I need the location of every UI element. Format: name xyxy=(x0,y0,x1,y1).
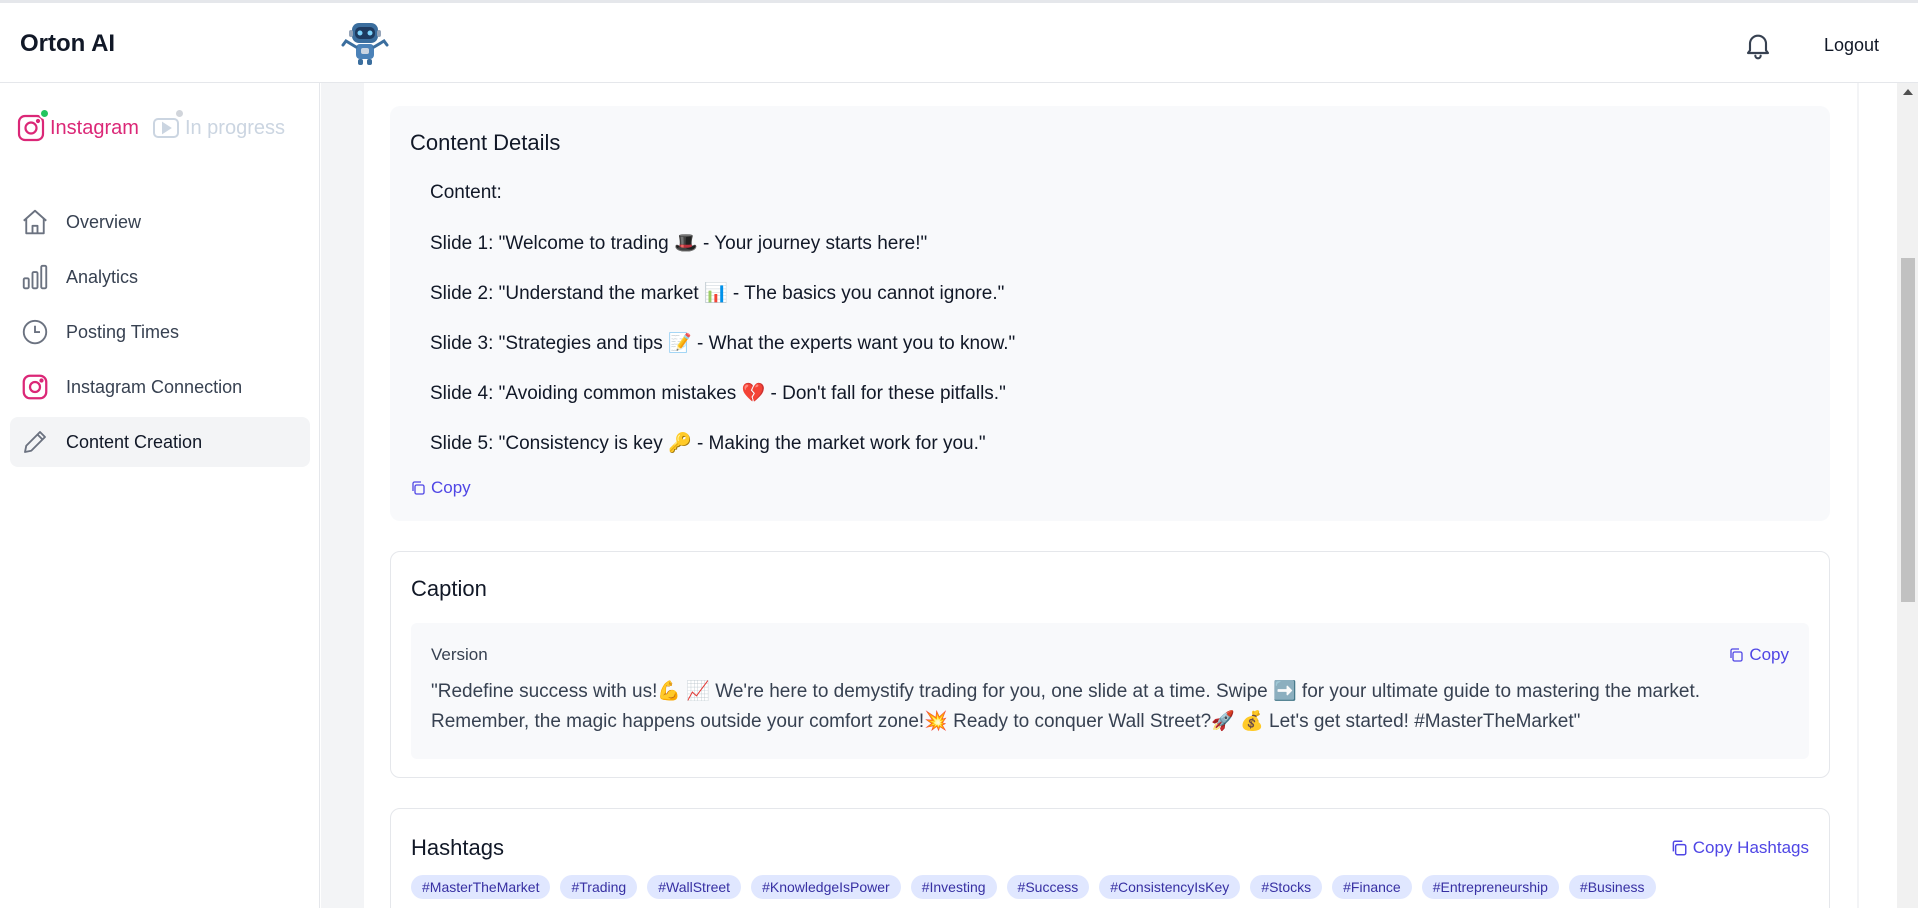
content-label: Content: xyxy=(430,182,502,203)
sidebar-item-label: Overview xyxy=(66,211,142,232)
version-label: Version xyxy=(431,645,488,664)
content-details-card: Content Details Content: Slide 1: "Welco… xyxy=(390,106,1830,521)
copy-icon xyxy=(1730,648,1743,662)
sidebar-item-label: Content Creation xyxy=(66,431,203,452)
copy-label: Copy xyxy=(431,478,471,497)
hashtag-chip[interactable]: #WallStreet xyxy=(647,875,742,899)
caption-card: Caption Version Copy "Redefine success w… xyxy=(390,551,1830,778)
hashtags-card: Hashtags Copy Hashtags #MasterTheMarket … xyxy=(390,808,1830,908)
bell-icon[interactable] xyxy=(1742,29,1774,61)
sidebar: Instagram In progress Overview Analytics… xyxy=(0,83,320,908)
status-dot-inactive xyxy=(173,108,185,119)
hashtag-chip[interactable]: #Trading xyxy=(560,875,638,899)
hashtag-chip[interactable]: #KnowledgeIsPower xyxy=(751,875,901,899)
copy-hashtags-label: Copy Hashtags xyxy=(1692,838,1809,857)
copy-label: Copy xyxy=(1749,645,1789,664)
hashtag-chip[interactable]: #MasterTheMarket xyxy=(411,875,551,899)
hashtag-chip[interactable]: #Business xyxy=(1568,875,1656,899)
brand-name: Orton AI xyxy=(20,30,116,57)
scroll-up-arrow-icon[interactable] xyxy=(1903,89,1913,95)
instagram-icon xyxy=(22,374,48,400)
sidebar-item-content-creation[interactable]: Content Creation xyxy=(10,417,310,467)
robot-logo-icon xyxy=(341,23,389,65)
clock-icon xyxy=(22,319,48,345)
platform-instagram-tab[interactable]: Instagram xyxy=(16,108,139,143)
copy-content-button[interactable]: Copy xyxy=(410,478,471,498)
hashtag-list: #MasterTheMarket #Trading #WallStreet #K… xyxy=(411,875,1666,899)
hashtag-chip[interactable]: #Finance xyxy=(1332,875,1412,899)
hashtag-chip[interactable]: #Entrepreneurship xyxy=(1421,875,1559,899)
sidebar-item-analytics[interactable]: Analytics xyxy=(10,252,310,302)
slide-text: Slide 4: "Avoiding common mistakes 💔 - D… xyxy=(430,383,1006,404)
instagram-icon xyxy=(16,108,50,143)
bar-chart-icon xyxy=(22,264,48,290)
logout-button[interactable]: Logout xyxy=(1824,35,1879,56)
sidebar-item-label: Posting Times xyxy=(66,321,180,342)
sidebar-item-overview[interactable]: Overview xyxy=(10,197,310,247)
slide-text: Slide 2: "Understand the market 📊 - The … xyxy=(430,283,1005,304)
content-details-title: Content Details xyxy=(410,130,561,155)
hashtag-chip[interactable]: #Investing xyxy=(910,875,997,899)
top-header: Orton AI Logout xyxy=(0,3,1918,83)
sidebar-item-posting-times[interactable]: Posting Times xyxy=(10,307,310,357)
platform-switcher: Instagram In progress xyxy=(16,108,285,143)
copy-hashtags-button[interactable]: Copy Hashtags xyxy=(1670,838,1809,858)
hashtag-chip[interactable]: #Success xyxy=(1006,875,1090,899)
platform-youtube-label: In progress xyxy=(184,116,285,139)
sidebar-item-label: Analytics xyxy=(66,266,139,287)
hashtags-title: Hashtags xyxy=(411,835,504,860)
copy-caption-button[interactable]: Copy xyxy=(1728,645,1789,665)
status-dot-active xyxy=(39,108,50,119)
pencil-icon xyxy=(24,431,46,453)
home-icon xyxy=(23,209,47,235)
caption-text: "Redefine success with us!💪 📈 We're here… xyxy=(431,681,1701,732)
caption-version-box: Version Copy "Redefine success with us!💪… xyxy=(411,623,1809,759)
hashtag-chip[interactable]: #Stocks xyxy=(1250,875,1323,899)
sidebar-item-instagram-connection[interactable]: Instagram Connection xyxy=(10,362,310,412)
slide-text: Slide 3: "Strategies and tips 📝 - What t… xyxy=(430,333,1016,354)
platform-youtube-tab[interactable]: In progress xyxy=(151,108,285,143)
slide-text: Slide 1: "Welcome to trading 🎩 - Your jo… xyxy=(430,233,928,254)
copy-icon xyxy=(412,481,425,495)
hashtag-chip[interactable]: #ConsistencyIsKey xyxy=(1099,875,1241,899)
scrollbar-thumb[interactable] xyxy=(1901,258,1915,602)
sidebar-nav: Overview Analytics Posting Times Instagr… xyxy=(10,197,310,472)
copy-icon xyxy=(1672,840,1687,856)
sidebar-item-label: Instagram Connection xyxy=(66,376,243,397)
youtube-icon xyxy=(151,108,185,143)
slide-text: Slide 5: "Consistency is key 🔑 - Making … xyxy=(430,433,986,454)
caption-title: Caption xyxy=(411,576,487,601)
platform-instagram-label: Instagram xyxy=(50,116,139,139)
